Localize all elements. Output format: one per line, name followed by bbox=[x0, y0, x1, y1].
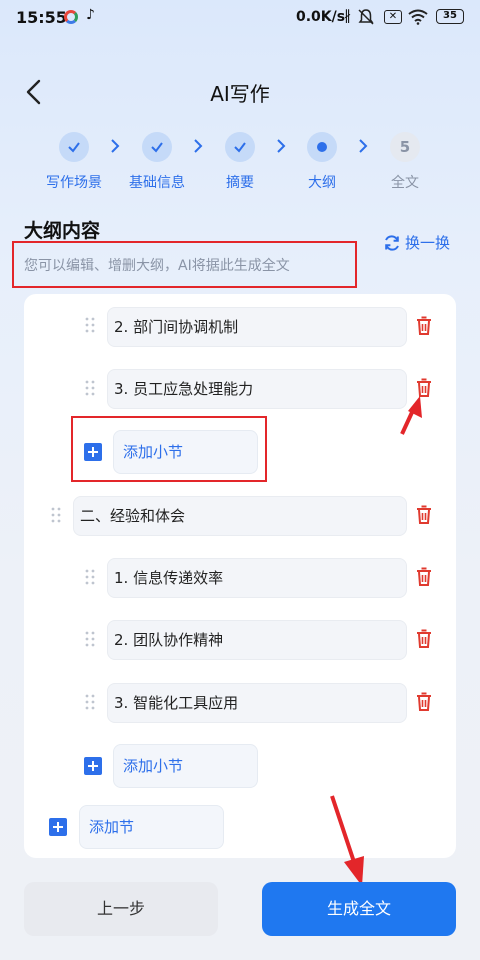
trash-icon[interactable] bbox=[415, 567, 433, 587]
refresh-outline-button[interactable]: 换一换 bbox=[383, 232, 450, 253]
status-time: 15:55 bbox=[16, 8, 67, 27]
step-label: 摘要 bbox=[226, 175, 254, 191]
annotation-arrow-icon bbox=[400, 396, 422, 435]
chevron-right-icon bbox=[194, 139, 203, 153]
step-full-text[interactable]: 5 全文 bbox=[373, 132, 437, 192]
annotation-highlight-box bbox=[12, 241, 357, 288]
check-icon bbox=[68, 142, 80, 153]
outline-item-input[interactable]: 2. 部门间协调机制 bbox=[107, 307, 407, 347]
step-basic-info[interactable]: 基础信息 bbox=[125, 132, 189, 192]
wifi-icon bbox=[408, 9, 428, 25]
annotation-arrow-icon bbox=[330, 795, 364, 886]
browser-app-icon bbox=[64, 10, 78, 24]
battery-icon: 35 bbox=[436, 9, 464, 24]
current-dot-icon bbox=[317, 142, 327, 152]
outline-item-input[interactable]: 3. 智能化工具应用 bbox=[107, 683, 407, 723]
status-bar: 15:55 ♪ 0.0K/s ∦ ✕ 35 bbox=[0, 0, 480, 36]
step-summary[interactable]: 摘要 bbox=[208, 132, 272, 192]
step-outline[interactable]: 大纲 bbox=[290, 132, 354, 192]
page-title: AI写作 bbox=[210, 82, 270, 106]
outline-item-input[interactable]: 2. 团队协作精神 bbox=[107, 620, 407, 660]
tiktok-app-icon: ♪ bbox=[86, 7, 95, 23]
add-subsection-button[interactable]: 添加小节 bbox=[113, 744, 258, 788]
refresh-label: 换一换 bbox=[405, 234, 451, 252]
outline-item-input[interactable]: 1. 信息传递效率 bbox=[107, 558, 407, 598]
plus-icon[interactable] bbox=[49, 818, 67, 836]
add-section-button[interactable]: 添加节 bbox=[79, 805, 224, 849]
drag-handle-icon[interactable] bbox=[51, 507, 61, 523]
outline-title: 大纲内容 bbox=[24, 220, 101, 242]
trash-icon[interactable] bbox=[415, 505, 433, 525]
trash-icon[interactable] bbox=[415, 629, 433, 649]
step-label: 写作场景 bbox=[46, 175, 102, 191]
drag-handle-icon[interactable] bbox=[85, 569, 95, 585]
chevron-right-icon bbox=[111, 139, 120, 153]
check-icon bbox=[151, 142, 163, 153]
chevron-right-icon bbox=[359, 139, 368, 153]
plus-icon[interactable] bbox=[84, 443, 102, 461]
add-subsection-button[interactable]: 添加小节 bbox=[113, 430, 258, 474]
no-sim-icon: ✕ bbox=[384, 10, 402, 24]
drag-handle-icon[interactable] bbox=[85, 380, 95, 396]
drag-handle-icon[interactable] bbox=[85, 631, 95, 647]
step-done-check bbox=[142, 132, 172, 162]
refresh-icon bbox=[385, 234, 399, 251]
step-number-circle: 5 bbox=[390, 132, 420, 162]
plus-icon[interactable] bbox=[84, 757, 102, 775]
step-done-check bbox=[59, 132, 89, 162]
check-icon bbox=[234, 142, 246, 153]
drag-handle-icon[interactable] bbox=[85, 317, 95, 333]
mute-bell-icon bbox=[358, 9, 374, 25]
bluetooth-icon: ∦ bbox=[344, 8, 351, 24]
generate-full-text-button[interactable]: 生成全文 bbox=[262, 882, 456, 936]
outline-section-input[interactable]: 二、经验和体会 bbox=[73, 496, 407, 536]
step-done-check bbox=[225, 132, 255, 162]
step-label: 基础信息 bbox=[129, 175, 185, 191]
drag-handle-icon[interactable] bbox=[85, 694, 95, 710]
step-writing-scene[interactable]: 写作场景 bbox=[42, 132, 106, 192]
network-speed: 0.0K/s bbox=[296, 9, 346, 25]
trash-icon[interactable] bbox=[415, 692, 433, 712]
outline-item-input[interactable]: 3. 员工应急处理能力 bbox=[107, 369, 407, 409]
step-current-dot bbox=[307, 132, 337, 162]
step-label: 全文 bbox=[391, 175, 419, 191]
chevron-right-icon bbox=[277, 139, 286, 153]
trash-icon[interactable] bbox=[415, 316, 433, 336]
previous-step-button[interactable]: 上一步 bbox=[24, 882, 218, 936]
step-label: 大纲 bbox=[308, 175, 336, 191]
step-number: 5 bbox=[399, 138, 411, 156]
